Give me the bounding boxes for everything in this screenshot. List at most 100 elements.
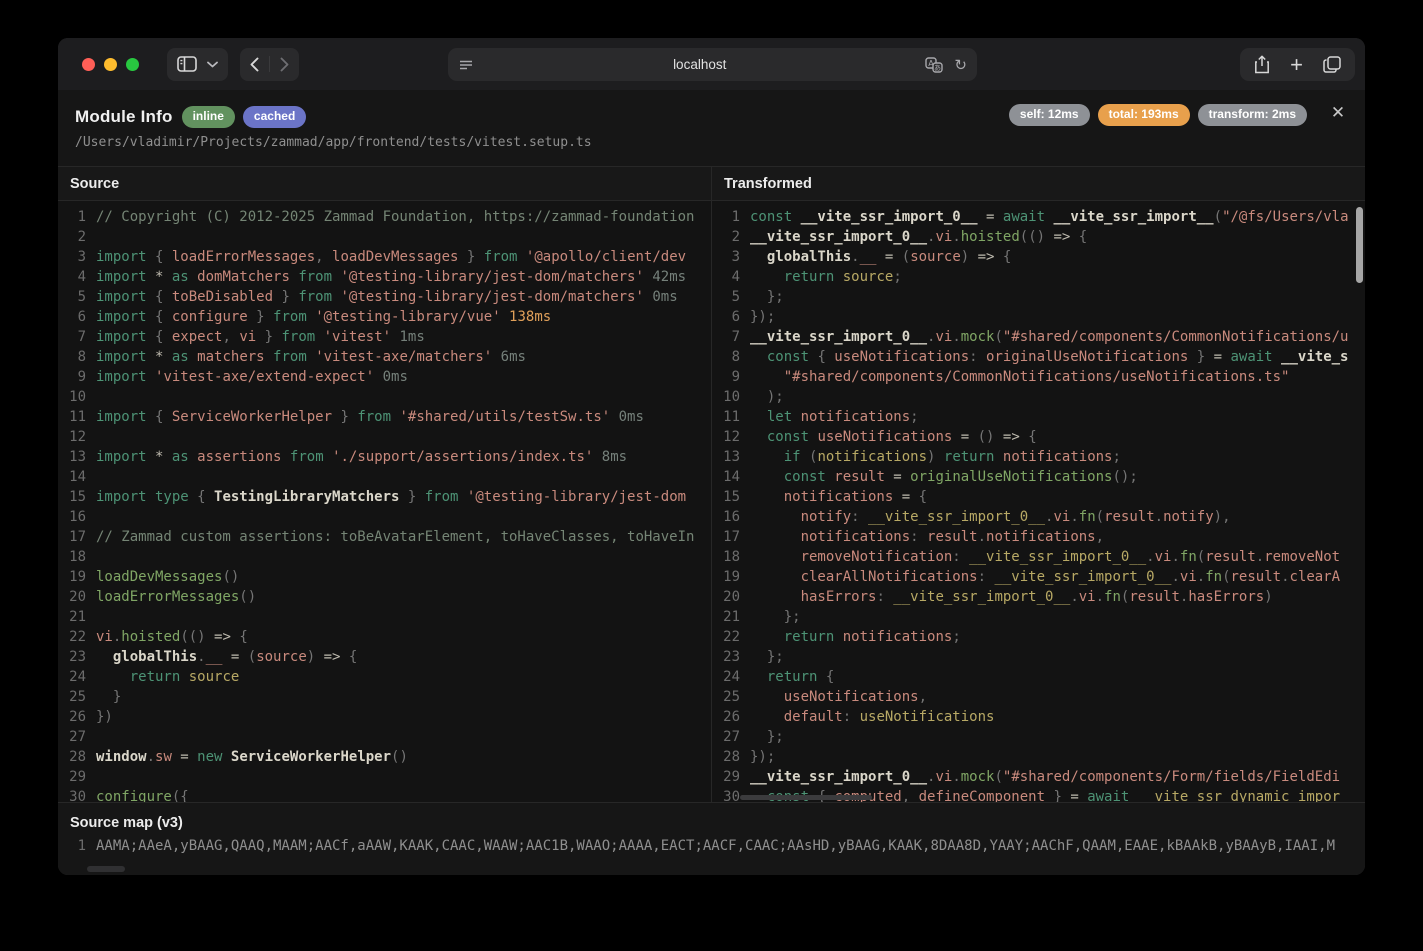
reload-button[interactable]: ↻ [954, 56, 967, 74]
code-line: 15 notifications = { [712, 487, 1365, 507]
line-number: 18 [716, 547, 740, 567]
line-number: 2 [716, 227, 740, 247]
code-line: 23 }; [712, 647, 1365, 667]
code-line: 16 notify: __vite_ssr_import_0__.vi.fn(r… [712, 507, 1365, 527]
line-number: 17 [62, 527, 86, 547]
sourcemap-line-number: 1 [66, 835, 86, 857]
line-number: 27 [716, 727, 740, 747]
forward-button[interactable] [280, 57, 289, 72]
reader-icon[interactable] [458, 57, 474, 73]
sidebar-chevron-button[interactable] [207, 61, 218, 68]
line-number: 30 [716, 787, 740, 802]
horizontal-scrollbar[interactable] [740, 795, 872, 800]
line-number: 26 [716, 707, 740, 727]
module-path: /Users/vladimir/Projects/zammad/app/fron… [75, 135, 1345, 150]
line-number: 30 [62, 787, 86, 802]
code-line: 21 }; [712, 607, 1365, 627]
vertical-scrollbar[interactable] [1356, 207, 1363, 283]
code-line: 3import { loadErrorMessages, loadDevMess… [58, 247, 711, 267]
line-number: 21 [62, 607, 86, 627]
code-line: 7__vite_ssr_import_0__.vi.mock("#shared/… [712, 327, 1365, 347]
line-number: 26 [62, 707, 86, 727]
tabs-icon [1323, 56, 1341, 73]
code-line: 28window.sw = new ServiceWorkerHelper() [58, 747, 711, 767]
sidebar-toggle-button[interactable] [177, 56, 197, 72]
line-number: 20 [62, 587, 86, 607]
code-line: 17// Zammad custom assertions: toBeAvata… [58, 527, 711, 547]
line-number: 16 [62, 507, 86, 527]
zoom-window-button[interactable] [126, 58, 139, 71]
code-line: 13import * as assertions from './support… [58, 447, 711, 467]
tab-overview-button[interactable] [1323, 56, 1341, 73]
sourcemap-section: Source map (v3) 1 AAMA;AAeA,yBAAG,QAAQ,M… [58, 802, 1365, 875]
sourcemap-mappings: AAMA;AAeA,yBAAG,QAAQ,MAAM;AACf,aAAW,KAAK… [96, 835, 1365, 857]
code-line: 22vi.hoisted(() => { [58, 627, 711, 647]
code-line: 30configure({ [58, 787, 711, 802]
line-number: 13 [716, 447, 740, 467]
code-line: 6}); [712, 307, 1365, 327]
line-number: 3 [62, 247, 86, 267]
line-number: 1 [62, 207, 86, 227]
back-button[interactable] [250, 57, 259, 72]
sourcemap-title: Source map (v3) [58, 803, 1365, 831]
line-number: 1 [716, 207, 740, 227]
line-number: 22 [62, 627, 86, 647]
line-number: 9 [716, 367, 740, 387]
timing-stats: self: 12mstotal: 193mstransform: 2ms [1009, 104, 1307, 126]
code-line: 14 [58, 467, 711, 487]
code-line: 18 [58, 547, 711, 567]
code-line: 22 return notifications; [712, 627, 1365, 647]
module-badges: inlinecached [182, 106, 307, 128]
code-line: 26 default: useNotifications [712, 707, 1365, 727]
code-line: 27 }; [712, 727, 1365, 747]
code-line: 25 } [58, 687, 711, 707]
code-panes: Source 1// Copyright (C) 2012-2025 Zamma… [58, 167, 1365, 802]
url-text[interactable]: localhost [474, 57, 925, 72]
code-line: 11 let notifications; [712, 407, 1365, 427]
line-number: 16 [716, 507, 740, 527]
transformed-code[interactable]: 1const __vite_ssr_import_0__ = await __v… [712, 201, 1365, 802]
code-line: 12 [58, 427, 711, 447]
minimize-window-button[interactable] [104, 58, 117, 71]
line-number: 13 [62, 447, 86, 467]
line-number: 17 [716, 527, 740, 547]
line-number: 10 [62, 387, 86, 407]
line-number: 14 [62, 467, 86, 487]
code-line: 27 [58, 727, 711, 747]
line-number: 8 [62, 347, 86, 367]
code-line: 13 if (notifications) return notificatio… [712, 447, 1365, 467]
close-icon: ✕ [1331, 103, 1345, 123]
browser-window: localhost A あ ↻ + [58, 38, 1365, 875]
code-line: 5import { toBeDisabled } from '@testing-… [58, 287, 711, 307]
code-line: 25 useNotifications, [712, 687, 1365, 707]
chevron-right-icon [280, 57, 289, 72]
address-bar[interactable]: localhost A あ ↻ [448, 48, 977, 81]
code-line: 4import * as domMatchers from '@testing-… [58, 267, 711, 287]
code-line: 8import * as matchers from 'vitest-axe/m… [58, 347, 711, 367]
code-line: 19loadDevMessages() [58, 567, 711, 587]
code-line: 18 removeNotification: __vite_ssr_import… [712, 547, 1365, 567]
share-icon [1254, 55, 1270, 74]
share-button[interactable] [1254, 55, 1270, 74]
line-number: 22 [716, 627, 740, 647]
stat-self: self: 12ms [1009, 104, 1090, 126]
code-line: 8 const { useNotifications: originalUseN… [712, 347, 1365, 367]
line-number: 5 [716, 287, 740, 307]
code-line: 6import { configure } from '@testing-lib… [58, 307, 711, 327]
code-line: 9import 'vitest-axe/extend-expect' 0ms [58, 367, 711, 387]
line-number: 25 [716, 687, 740, 707]
source-pane-title: Source [58, 167, 711, 201]
close-button[interactable]: ✕ [1327, 102, 1349, 124]
sourcemap-horizontal-scrollbar[interactable] [87, 866, 125, 872]
code-line: 12 const useNotifications = () => { [712, 427, 1365, 447]
line-number: 20 [716, 587, 740, 607]
source-code[interactable]: 1// Copyright (C) 2012-2025 Zammad Found… [58, 201, 711, 802]
line-number: 23 [62, 647, 86, 667]
line-number: 25 [62, 687, 86, 707]
sourcemap-line: 1 AAMA;AAeA,yBAAG,QAAQ,MAAM;AACf,aAAW,KA… [58, 835, 1365, 857]
new-tab-button[interactable]: + [1290, 52, 1303, 78]
code-line: 21 [58, 607, 711, 627]
close-window-button[interactable] [82, 58, 95, 71]
translate-icon[interactable]: A あ [925, 57, 944, 73]
nav-divider [269, 56, 270, 72]
